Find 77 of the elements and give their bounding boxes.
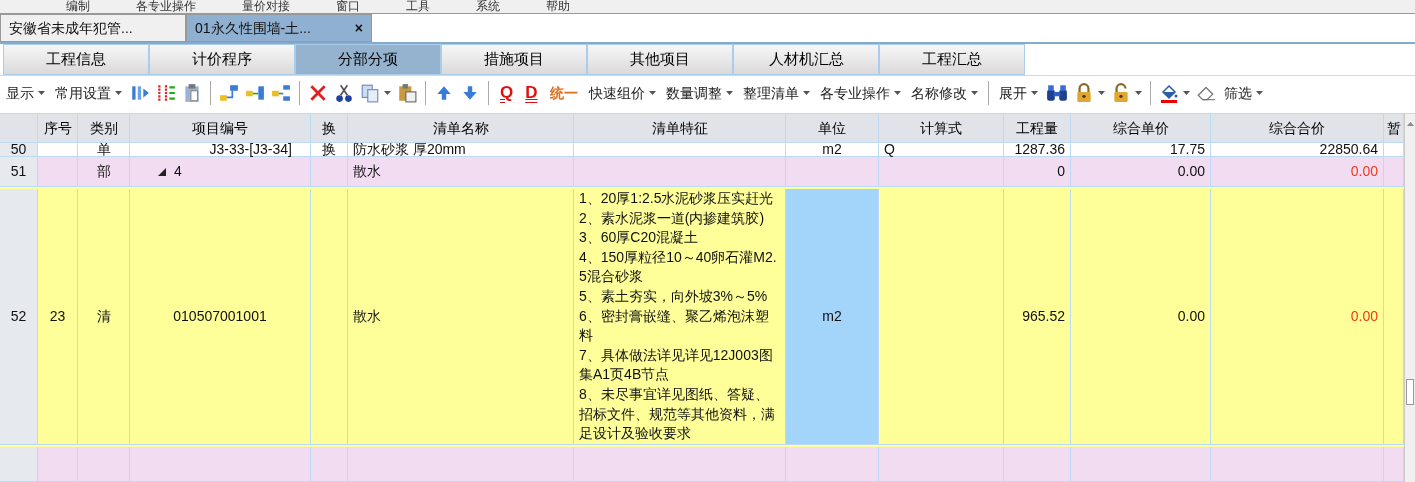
table-cell — [78, 446, 130, 482]
toolbar-menu[interactable]: 快速组价 — [586, 82, 658, 104]
caret-icon — [115, 91, 122, 95]
caret-icon — [384, 91, 391, 95]
toolbar-button[interactable]: D — [522, 80, 541, 106]
toolbar-button[interactable]: Q — [497, 80, 517, 106]
caret-icon — [802, 91, 810, 95]
cut-icon[interactable] — [334, 83, 354, 103]
menu-item[interactable]: 系统 — [476, 0, 500, 12]
toolbar-menu[interactable]: 整理清单 — [740, 82, 812, 104]
module-tab[interactable]: 其他项目 — [587, 44, 733, 75]
caret-icon — [893, 91, 901, 95]
row-number: 50 — [0, 143, 38, 157]
table-cell: 散水 — [348, 189, 574, 445]
caret-icon — [648, 91, 656, 95]
fill-color-icon[interactable] — [1158, 83, 1179, 103]
scrollbar-thumb[interactable] — [1406, 379, 1414, 405]
table-cell: 0.00 — [1211, 189, 1384, 445]
item-code: 4 — [174, 162, 182, 181]
copy-icon[interactable] — [360, 83, 380, 103]
table-cell — [1004, 446, 1071, 482]
document-tab[interactable]: 01永久性围墙-土... × — [186, 14, 372, 42]
toolbar-menu[interactable]: 展开 — [996, 82, 1040, 104]
table-cell: 清 — [78, 189, 130, 445]
toolbar-menu[interactable]: 各专业操作 — [817, 82, 903, 104]
clipboard-icon[interactable] — [182, 83, 202, 103]
caret-icon — [1097, 91, 1105, 95]
caret-icon — [970, 91, 978, 95]
vertical-scrollbar[interactable] — [1404, 114, 1415, 482]
module-tab[interactable]: 计价程序 — [149, 44, 295, 75]
tab-label: 安徽省未成年犯管... — [9, 18, 133, 38]
module-tab[interactable]: 措施项目 — [441, 44, 587, 75]
row-number: 51 — [0, 157, 38, 187]
insert-column-icon[interactable] — [130, 83, 150, 103]
menu-item[interactable]: 编制 — [66, 0, 90, 12]
insert-after-icon[interactable] — [271, 83, 291, 103]
menu-item[interactable]: 窗口 — [336, 0, 360, 12]
menu-item[interactable]: 工具 — [406, 0, 430, 12]
caret-icon — [1030, 91, 1038, 95]
search-icon[interactable] — [1045, 83, 1068, 103]
caret-icon — [1134, 91, 1142, 95]
toolbar-menu[interactable]: 数量调整 — [663, 82, 735, 104]
table-cell — [38, 446, 78, 482]
insert-child-icon[interactable] — [245, 83, 265, 103]
toolbar-menu[interactable]: 常用设置 — [53, 82, 124, 104]
column-markers-icon[interactable] — [156, 83, 176, 103]
caret-icon — [725, 91, 733, 95]
menu-item[interactable]: 量价对接 — [242, 0, 290, 12]
row-number — [0, 446, 38, 482]
table-cell: m2 — [786, 189, 879, 445]
module-tab[interactable]: 人材机汇总 — [733, 44, 879, 75]
close-button[interactable]: × — [354, 17, 363, 39]
document-tab[interactable]: 安徽省未成年犯管... — [0, 14, 186, 42]
toolbar-menu[interactable]: 筛选 — [1221, 82, 1265, 104]
menu-item[interactable]: 各专业操作 — [136, 0, 196, 12]
delete-icon[interactable] — [308, 83, 328, 103]
toolbar-menu[interactable]: 名称修改 — [908, 82, 980, 104]
paste-icon[interactable] — [397, 83, 417, 103]
expanded-triangle-icon[interactable] — [158, 167, 166, 176]
caret-icon — [1182, 91, 1190, 95]
table-cell: 965.52 — [1004, 189, 1071, 445]
item-code: J3-33-[J3-34] — [209, 143, 292, 156]
table-cell: 0.00 — [1071, 189, 1211, 445]
table-cell: 23 — [38, 189, 78, 445]
toolbar-menu[interactable]: 显示 — [4, 82, 47, 104]
module-tab[interactable]: 分部分项 — [295, 44, 441, 75]
menu-item[interactable]: 帮助 — [546, 0, 570, 12]
item-code: 010507001001 — [173, 306, 267, 326]
scroll-up-icon[interactable] — [1405, 120, 1415, 129]
module-tab[interactable]: 工程信息 — [3, 44, 149, 75]
table-cell — [311, 446, 348, 482]
row-number: 52 — [0, 189, 38, 445]
caret-icon — [1255, 91, 1263, 95]
caret-icon — [38, 91, 45, 95]
module-tab[interactable]: 工程汇总 — [879, 44, 1025, 75]
tab-label: 01永久性围墙-土... — [195, 18, 311, 38]
insert-before-icon[interactable] — [219, 83, 239, 103]
